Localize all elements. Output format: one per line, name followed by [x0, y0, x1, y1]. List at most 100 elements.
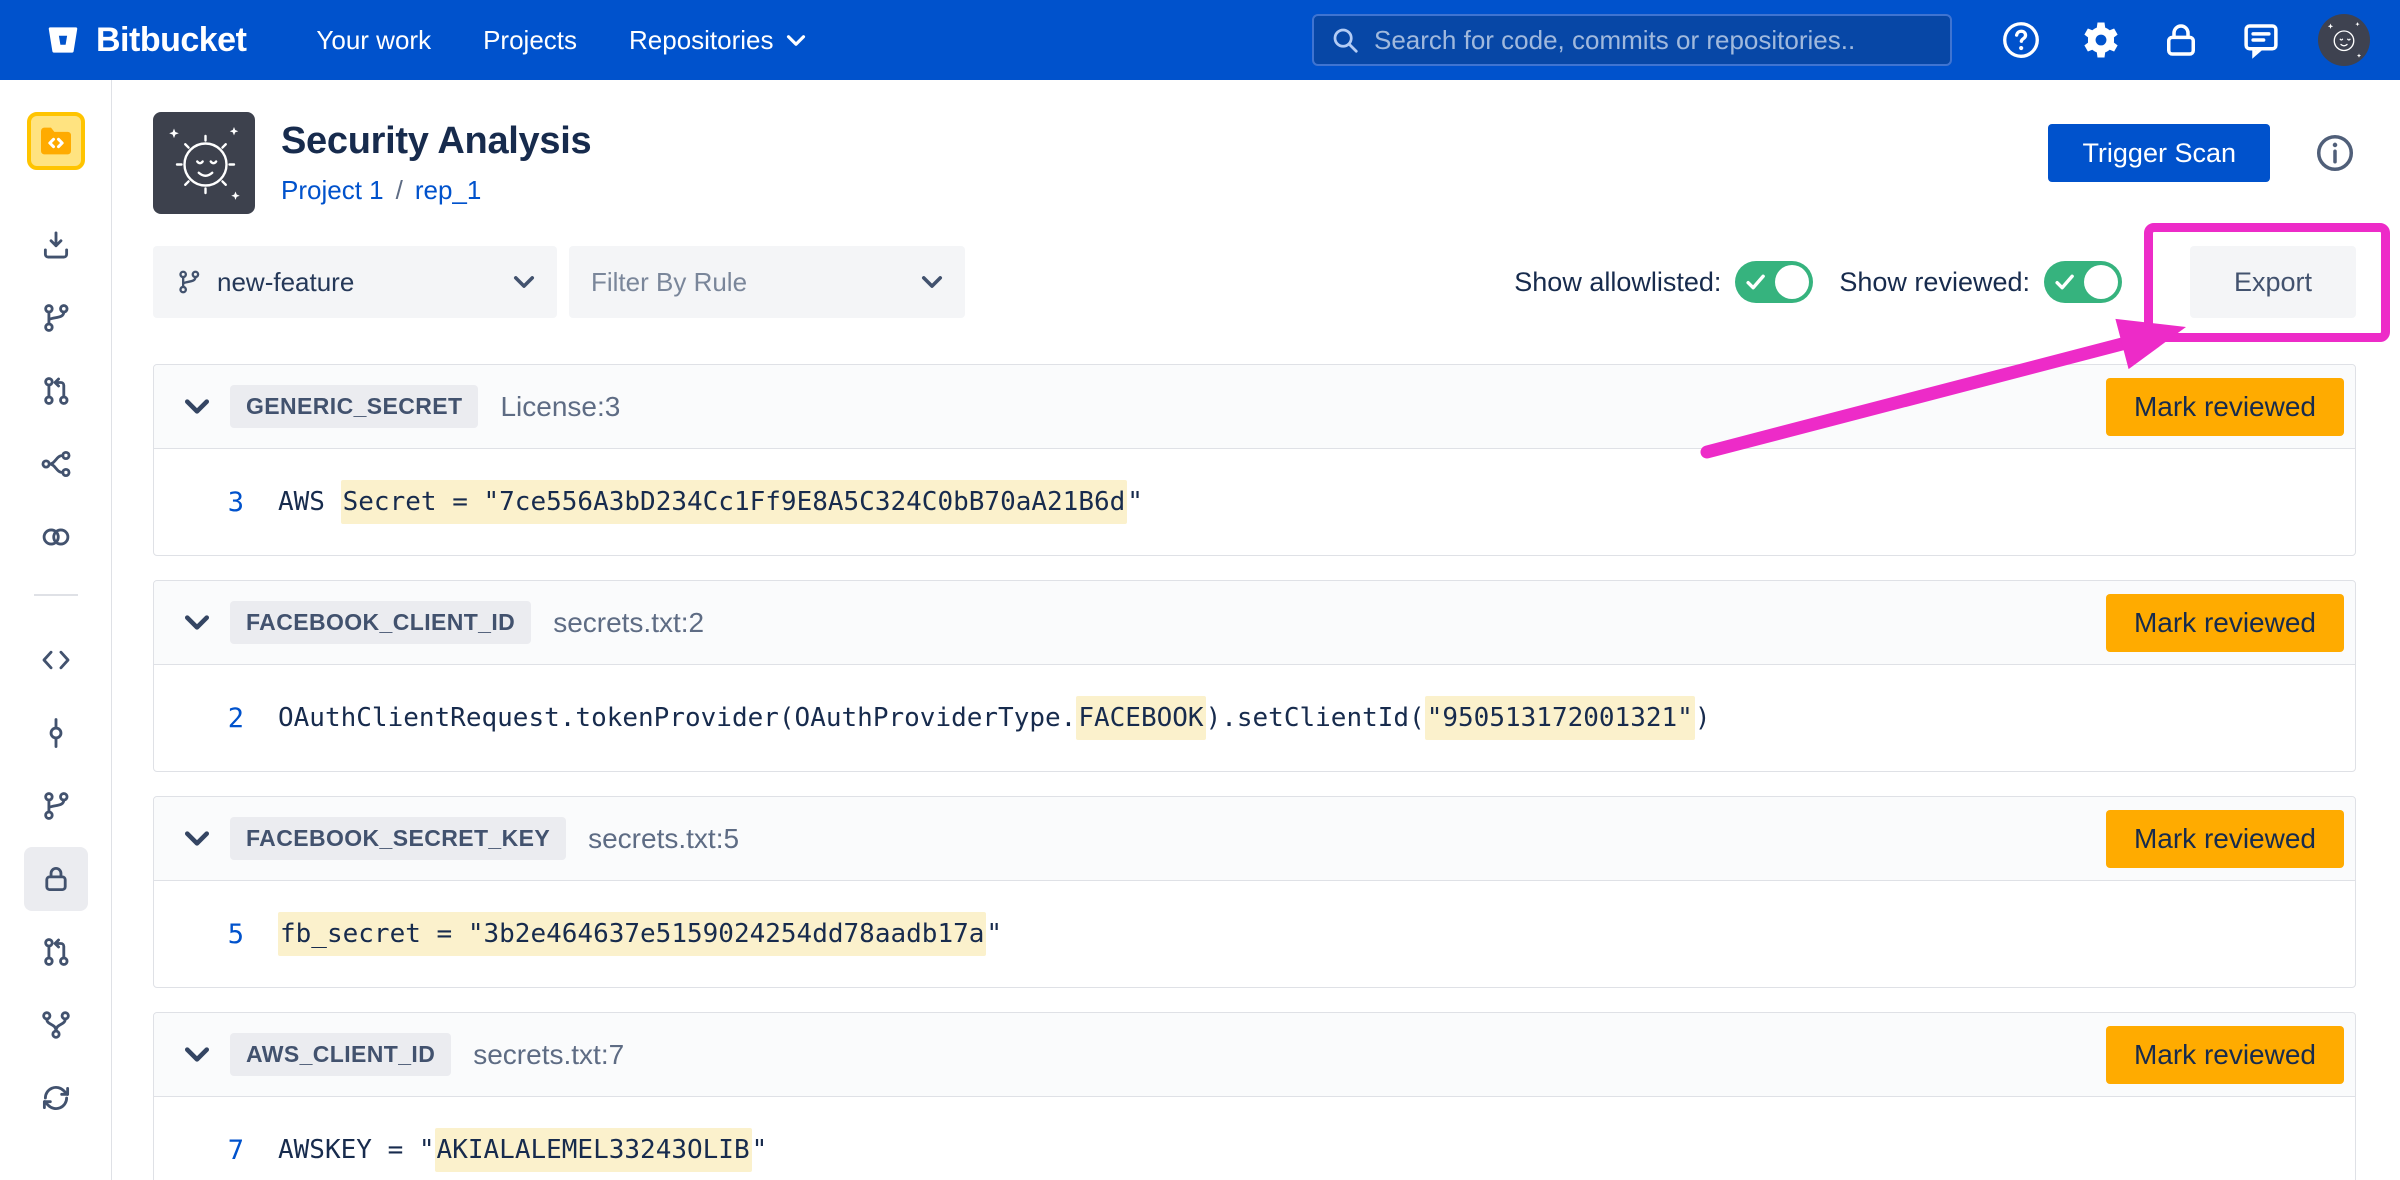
check-icon	[1746, 272, 1766, 292]
rule-badge: FACEBOOK_SECRET_KEY	[230, 817, 566, 860]
repository-avatar[interactable]	[27, 112, 85, 170]
collapse-chevron-icon[interactable]	[184, 830, 210, 847]
global-search	[1312, 14, 1952, 66]
repo-avatar-image	[153, 112, 255, 214]
finding-card-header: GENERIC_SECRET License:3 Mark reviewed	[154, 365, 2355, 449]
rule-filter-selector[interactable]: Filter By Rule	[569, 246, 965, 318]
finding-card: AWS_CLIENT_ID secrets.txt:7 Mark reviewe…	[153, 1012, 2356, 1180]
topbar-icon-group	[1998, 14, 2370, 66]
header-actions: Trigger Scan	[2048, 112, 2356, 214]
security-icon[interactable]	[24, 847, 88, 911]
main-content: Security Analysis Project 1 / rep_1 Trig…	[112, 80, 2400, 1180]
code-line: AWSKEY = "AKIALALEMEL33243OLIB"	[278, 1135, 767, 1165]
page-title: Security Analysis	[281, 120, 591, 163]
finding-card: FACEBOOK_SECRET_KEY secrets.txt:5 Mark r…	[153, 796, 2356, 988]
trigger-scan-button[interactable]: Trigger Scan	[2048, 124, 2270, 182]
toggle-knob	[2084, 265, 2118, 299]
finding-location: License:3	[500, 391, 620, 423]
finding-location: secrets.txt:5	[588, 823, 739, 855]
mark-reviewed-button[interactable]: Mark reviewed	[2106, 810, 2344, 868]
export-button[interactable]: Export	[2190, 246, 2356, 318]
clone-icon[interactable]	[24, 213, 88, 277]
code-line: OAuthClientRequest.tokenProvider(OAuthPr…	[278, 703, 1710, 733]
sidebar-divider	[34, 594, 78, 596]
search-icon	[1330, 25, 1360, 55]
line-number[interactable]: 7	[184, 1135, 244, 1166]
finding-card-body: 3 AWS Secret = "7ce556A3bD234Cc1Ff9E8A5C…	[154, 449, 2355, 555]
branch-icon[interactable]	[24, 286, 88, 350]
branch-selector[interactable]: new-feature	[153, 246, 557, 318]
search-input[interactable]	[1372, 24, 1934, 57]
nav-your-work[interactable]: Your work	[316, 25, 431, 56]
rule-badge: AWS_CLIENT_ID	[230, 1033, 451, 1076]
lock-icon[interactable]	[2158, 17, 2204, 63]
info-icon[interactable]	[2314, 132, 2356, 174]
finding-location: secrets.txt:2	[553, 607, 704, 639]
check-icon	[2055, 272, 2075, 292]
brand-name: Bitbucket	[96, 21, 246, 60]
finding-card-header: AWS_CLIENT_ID secrets.txt:7 Mark reviewe…	[154, 1013, 2355, 1097]
bitbucket-logo[interactable]: Bitbucket	[44, 21, 246, 60]
toggle-group: Show allowlisted: Show reviewed: Export	[1514, 246, 2356, 318]
toggle-knob	[1775, 265, 1809, 299]
show-allowlisted-toggle[interactable]	[1735, 261, 1813, 303]
collapse-chevron-icon[interactable]	[184, 1046, 210, 1063]
repository-sidebar	[0, 80, 112, 1180]
findings-list: GENERIC_SECRET License:3 Mark reviewed 3…	[153, 364, 2356, 1180]
primary-nav: Your work Projects Repositories	[316, 25, 805, 56]
chevron-down-icon	[513, 275, 535, 289]
feedback-icon[interactable]	[2238, 17, 2284, 63]
breadcrumb-separator: /	[396, 175, 403, 206]
commits-icon[interactable]	[24, 701, 88, 765]
finding-card-body: 5 fb_secret = "3b2e464637e5159024254dd78…	[154, 881, 2355, 987]
breadcrumb-project-link[interactable]: Project 1	[281, 175, 384, 206]
code-line: fb_secret = "3b2e464637e5159024254dd78aa…	[278, 919, 1002, 949]
gear-icon[interactable]	[2078, 17, 2124, 63]
collapse-chevron-icon[interactable]	[184, 398, 210, 415]
line-number[interactable]: 5	[184, 919, 244, 950]
breadcrumb-repo-link[interactable]: rep_1	[415, 175, 482, 206]
nav-repositories[interactable]: Repositories	[629, 25, 806, 56]
help-icon[interactable]	[1998, 17, 2044, 63]
finding-card: GENERIC_SECRET License:3 Mark reviewed 3…	[153, 364, 2356, 556]
source-code-icon[interactable]	[24, 628, 88, 692]
rule-badge: GENERIC_SECRET	[230, 385, 478, 428]
branches-icon[interactable]	[24, 774, 88, 838]
rule-filter-placeholder: Filter By Rule	[591, 267, 747, 298]
finding-card-body: 7 AWSKEY = "AKIALALEMEL33243OLIB"	[154, 1097, 2355, 1180]
mark-reviewed-button[interactable]: Mark reviewed	[2106, 378, 2344, 436]
line-number[interactable]: 2	[184, 703, 244, 734]
pipelines-icon[interactable]	[24, 432, 88, 496]
sidebar-icon-list	[24, 213, 88, 1139]
branch-selector-value: new-feature	[217, 267, 354, 298]
pull-requests-icon[interactable]	[24, 920, 88, 984]
mark-reviewed-button[interactable]: Mark reviewed	[2106, 1026, 2344, 1084]
profile-avatar[interactable]	[2318, 14, 2370, 66]
chevron-down-icon	[921, 275, 943, 289]
finding-card: FACEBOOK_CLIENT_ID secrets.txt:2 Mark re…	[153, 580, 2356, 772]
show-reviewed-label: Show reviewed:	[1839, 267, 2030, 298]
finding-card-header: FACEBOOK_CLIENT_ID secrets.txt:2 Mark re…	[154, 581, 2355, 665]
show-allowlisted-label: Show allowlisted:	[1514, 267, 1721, 298]
forks-icon[interactable]	[24, 993, 88, 1057]
branch-icon	[175, 268, 203, 296]
filter-toolbar: new-feature Filter By Rule Show allowlis…	[153, 246, 2356, 318]
mark-reviewed-button[interactable]: Mark reviewed	[2106, 594, 2344, 652]
finding-card-body: 2 OAuthClientRequest.tokenProvider(OAuth…	[154, 665, 2355, 771]
breadcrumb: Project 1 / rep_1	[281, 175, 591, 206]
chevron-down-icon	[786, 34, 806, 47]
line-number[interactable]: 3	[184, 487, 244, 518]
bitbucket-bucket-icon	[44, 21, 82, 59]
nav-projects[interactable]: Projects	[483, 25, 577, 56]
finding-location: secrets.txt:7	[473, 1039, 624, 1071]
sync-icon[interactable]	[24, 1066, 88, 1130]
pull-request-icon[interactable]	[24, 359, 88, 423]
finding-card-header: FACEBOOK_SECRET_KEY secrets.txt:5 Mark r…	[154, 797, 2355, 881]
deployments-icon[interactable]	[24, 505, 88, 569]
collapse-chevron-icon[interactable]	[184, 614, 210, 631]
rule-badge: FACEBOOK_CLIENT_ID	[230, 601, 531, 644]
top-navigation-bar: Bitbucket Your work Projects Repositorie…	[0, 0, 2400, 80]
page-header: Security Analysis Project 1 / rep_1 Trig…	[153, 112, 2356, 214]
code-line: AWS Secret = "7ce556A3bD234Cc1Ff9E8A5C32…	[278, 487, 1143, 517]
show-reviewed-toggle[interactable]	[2044, 261, 2122, 303]
